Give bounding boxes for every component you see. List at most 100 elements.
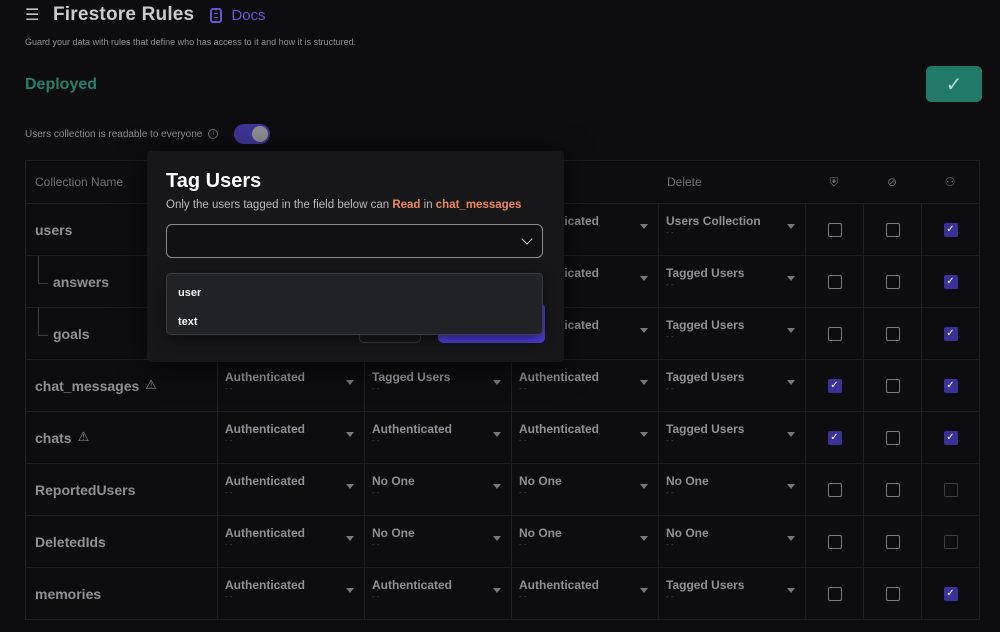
collection-name-cell[interactable]: ReportedUsers (26, 464, 217, 515)
info-icon[interactable]: i (208, 129, 219, 139)
row-checkbox[interactable] (885, 274, 900, 289)
permission-select[interactable]: Authenticated- - (217, 568, 364, 619)
header-delete: Delete (667, 175, 702, 189)
caret-down-icon (787, 536, 795, 541)
checkbox-cell: ✓ (921, 308, 979, 359)
permission-select[interactable]: No One - - (658, 464, 805, 515)
row-checkbox[interactable]: ✓ (827, 378, 842, 393)
permission-select[interactable]: Users Collection - - (658, 204, 805, 255)
caret-down-icon (640, 224, 648, 229)
checkbox-cell: ✓ (805, 412, 863, 463)
permission-select[interactable]: Authenticated- - (217, 464, 364, 515)
row-checkbox[interactable] (885, 222, 900, 237)
table-row: chat_messages ⚠ Authenticated - - Tagged Use… (25, 360, 980, 412)
collection-name-cell[interactable]: memories (26, 568, 217, 619)
collection-name-cell[interactable]: DeletedIds (26, 516, 217, 567)
header-shield: ⛨ (805, 161, 863, 203)
permission-select[interactable]: No One - - (511, 516, 658, 567)
deploy-button[interactable]: ✓ (926, 66, 982, 102)
row-checkbox[interactable] (885, 326, 900, 341)
row-checkbox[interactable] (943, 482, 958, 497)
collection-name-cell[interactable]: chat_messages ⚠ (26, 360, 217, 411)
collection-name-cell[interactable]: chats ⚠ (26, 412, 217, 463)
permission-select[interactable]: Tagged Users - - (658, 568, 805, 619)
option-user[interactable]: user (167, 278, 542, 307)
permission-select[interactable]: Tagged Users - - (658, 308, 805, 359)
row-checkbox[interactable] (885, 482, 900, 497)
permission-select[interactable]: Authenticated- - (511, 568, 658, 619)
permission-select[interactable]: Tagged Users - - (658, 256, 805, 307)
checkbox-cell (805, 516, 863, 567)
row-checkbox[interactable] (885, 430, 900, 445)
permission-select[interactable]: Tagged Users - - (364, 360, 511, 411)
permission-value: Authenticated (519, 578, 600, 592)
permission-select[interactable]: Tagged Users - - (658, 412, 805, 463)
permission-dash: - - (666, 592, 674, 601)
permission-select[interactable]: Authenticated- - (511, 412, 658, 463)
row-checkbox[interactable] (827, 534, 842, 549)
permission-dash: - - (519, 540, 527, 549)
row-checkbox[interactable] (885, 378, 900, 393)
tree-line (38, 256, 48, 284)
row-checkbox[interactable] (827, 482, 842, 497)
caret-down-icon (787, 432, 795, 437)
permission-value: Authenticated (372, 422, 453, 436)
permission-select[interactable]: Authenticated- - (364, 412, 511, 463)
row-checkbox[interactable]: ✓ (827, 430, 842, 445)
permission-select[interactable]: No One - - (658, 516, 805, 567)
table-row: memories Authenticated - - Authenticated - -… (25, 568, 980, 620)
toggle-label: Users collection is readable to everyone (25, 128, 203, 140)
tag-users-select[interactable] (166, 224, 543, 258)
row-checkbox[interactable]: ✓ (943, 430, 958, 445)
rules-icon: ☰ (25, 5, 40, 24)
permission-select[interactable]: No One - - (364, 464, 511, 515)
permission-value: No One (372, 474, 415, 488)
row-checkbox[interactable]: ✓ (943, 222, 958, 237)
permission-select[interactable]: Authenticated- - (217, 360, 364, 411)
permission-select[interactable]: Authenticated- - (217, 516, 364, 567)
header-no-tag: ⊘ (863, 161, 921, 203)
caret-down-icon (640, 484, 648, 489)
permission-select[interactable]: Authenticated- - (511, 360, 658, 411)
desc-mid: in (420, 199, 436, 211)
modal-title: Tag Users (166, 170, 262, 192)
permission-dash: - - (372, 384, 380, 393)
caret-down-icon (346, 588, 354, 593)
row-checkbox[interactable]: ✓ (943, 274, 958, 289)
row-checkbox[interactable] (943, 534, 958, 549)
row-checkbox[interactable] (827, 274, 842, 289)
permission-select[interactable]: Tagged Users - - (658, 360, 805, 411)
row-checkbox[interactable] (827, 326, 842, 341)
permission-dash: - - (225, 384, 233, 393)
permission-value: Tagged Users (666, 318, 745, 332)
caret-down-icon (787, 484, 795, 489)
row-checkbox[interactable] (885, 586, 900, 601)
checkbox-cell: ✓ (921, 412, 979, 463)
collection-name: users (35, 221, 73, 238)
permission-select[interactable]: Authenticated- - (217, 412, 364, 463)
caret-down-icon (346, 536, 354, 541)
table-row: ReportedUsers Authenticated - - No One - - No… (25, 464, 980, 516)
row-checkbox[interactable] (827, 222, 842, 237)
caret-down-icon (787, 328, 795, 333)
row-checkbox[interactable] (827, 586, 842, 601)
permission-select[interactable]: Authenticated- - (364, 568, 511, 619)
row-checkbox[interactable]: ✓ (943, 586, 958, 601)
checkbox-cell (863, 568, 921, 619)
permission-select[interactable]: No One - - (511, 464, 658, 515)
row-checkbox[interactable]: ✓ (943, 378, 958, 393)
docs-label: Docs (231, 6, 266, 24)
permission-select[interactable]: No One - - (364, 516, 511, 567)
checkbox-cell (805, 256, 863, 307)
docs-link[interactable]: Docs (210, 6, 266, 24)
row-checkbox[interactable] (885, 534, 900, 549)
caret-down-icon (640, 328, 648, 333)
option-text[interactable]: text (167, 307, 542, 336)
permission-dash: - - (225, 488, 233, 497)
permission-value: Users Collection (666, 214, 761, 228)
row-checkbox[interactable]: ✓ (943, 326, 958, 341)
toggle-knob (252, 126, 269, 142)
modal-description: Only the users tagged in the field below… (166, 199, 521, 211)
readable-toggle[interactable] (234, 124, 271, 144)
checkbox-cell (863, 360, 921, 411)
